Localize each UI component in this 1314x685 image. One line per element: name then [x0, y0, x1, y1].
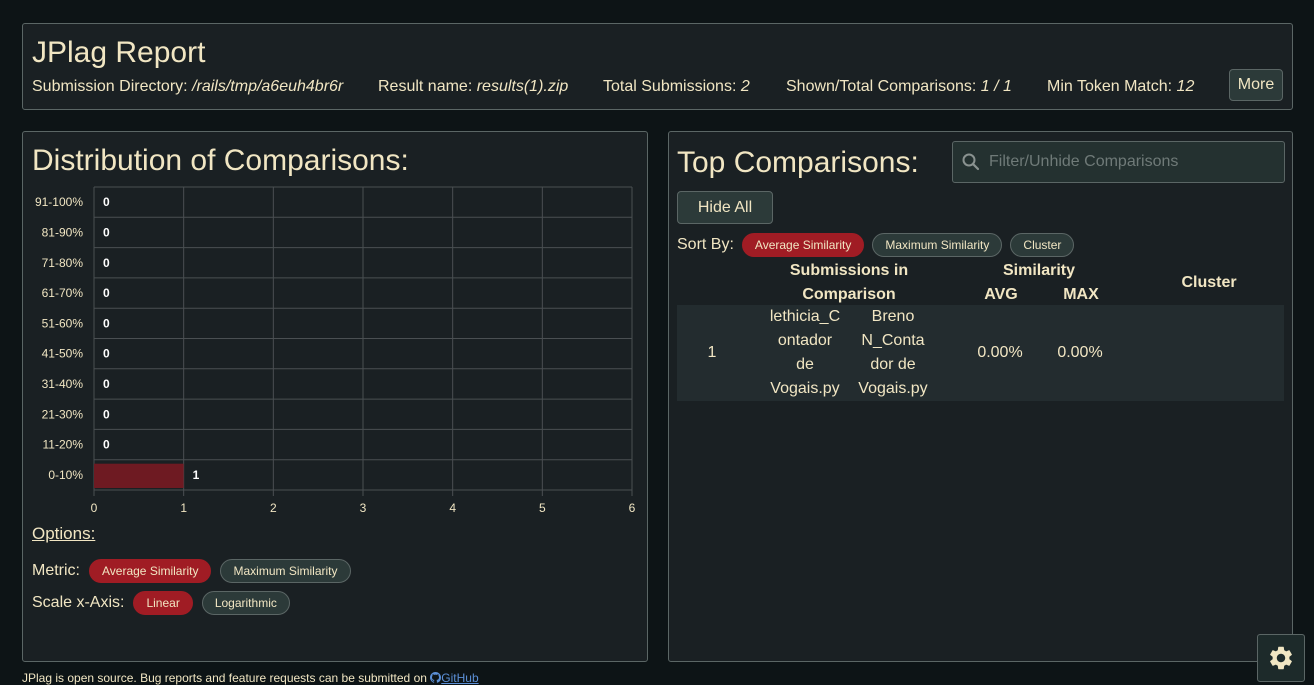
col-max-header: MAX [1063, 286, 1099, 303]
col-submissions-header-1: Submissions in [789, 262, 909, 279]
result-name: Result name: results(1).zip [378, 78, 569, 95]
min-token-match: Min Token Match: 12 [1047, 78, 1195, 95]
col-cluster-header: Cluster [1181, 274, 1237, 291]
bar-value-label: 0 [103, 438, 110, 452]
y-tick-label: 41-50% [42, 347, 84, 361]
x-tick-label: 0 [91, 501, 98, 515]
sort-by-row: Sort By: Average Similarity Maximum Simi… [677, 233, 1075, 257]
metric-average-similarity[interactable]: Average Similarity [89, 559, 212, 583]
bar-value-label: 0 [103, 316, 110, 330]
col-similarity-header: Similarity [1002, 262, 1076, 279]
gear-icon [1270, 646, 1292, 670]
bar-value-label: 0 [103, 225, 110, 239]
bar-value-label: 0 [103, 377, 110, 391]
page-title: JPlag Report [32, 36, 206, 69]
row-index: 1 [707, 344, 717, 361]
submission-directory: Submission Directory: /rails/tmp/a6euh4b… [32, 78, 344, 95]
sort-by-label: Sort By: [677, 236, 734, 253]
y-tick-label: 61-70% [42, 286, 84, 300]
distribution-chart: 0 1 2 3 4 5 6 91-100% 0 81-90% 0 71-80% 0 61-70% 0 51-6… [35, 186, 636, 515]
y-tick-label: 31-40% [42, 377, 84, 391]
bar-value-label: 0 [103, 347, 110, 361]
report-header: JPlag Report Submission Directory: /rail… [22, 23, 1293, 110]
metric-row: Metric: Average Similarity Maximum Simil… [32, 559, 351, 583]
y-tick-label: 91-100% [35, 195, 83, 209]
bar-value-label: 0 [103, 256, 110, 270]
sort-cluster[interactable]: Cluster [1010, 233, 1075, 257]
bar [94, 463, 184, 488]
shown-total-comparisons: Shown/Total Comparisons: 1 / 1 [786, 78, 1012, 95]
scale-row: Scale x-Axis: Linear Logarithmic [32, 591, 290, 615]
y-tick-label: 0-10% [48, 468, 83, 482]
filter-field[interactable] [952, 141, 1285, 183]
top-comparisons-panel: Top Comparisons: Hide All Sort By: Avera… [668, 131, 1293, 662]
comparison-row[interactable]: 1 lethicia_C ontador de Vogais.py Breno … [677, 305, 1284, 401]
metric-maximum-similarity[interactable]: Maximum Similarity [220, 559, 351, 583]
row-first-submission[interactable]: lethicia_C ontador de Vogais.py [765, 305, 845, 401]
total-submissions: Total Submissions: 2 [603, 78, 750, 95]
hide-all-button[interactable]: Hide All [677, 191, 773, 224]
search-icon [962, 153, 980, 171]
row-avg-similarity: 0.00% [977, 344, 1023, 361]
x-tick-label: 2 [270, 501, 277, 515]
more-button[interactable]: More [1229, 69, 1283, 101]
x-tick-label: 4 [449, 501, 456, 515]
scale-logarithmic[interactable]: Logarithmic [201, 591, 290, 615]
y-tick-label: 11-20% [43, 438, 84, 452]
github-icon [430, 672, 442, 683]
x-tick-label: 3 [360, 501, 367, 515]
metric-label: Metric: [32, 562, 80, 579]
github-link[interactable]: GitHub [430, 671, 479, 685]
distribution-panel: Distribution of Comparisons: 0 1 2 3 4 5 6 91-1… [22, 131, 648, 662]
top-comparisons-title: Top Comparisons: [677, 146, 919, 179]
y-tick-label: 21-30% [42, 407, 84, 421]
row-max-similarity: 0.00% [1057, 344, 1103, 361]
x-tick-label: 6 [629, 501, 636, 515]
bar-value-label: 0 [103, 407, 110, 421]
bar-value-label: 0 [103, 286, 110, 300]
y-tick-label: 81-90% [42, 225, 84, 239]
sort-average-similarity[interactable]: Average Similarity [741, 233, 865, 257]
row-second-submission[interactable]: Breno N_Conta dor de Vogais.py [853, 305, 933, 401]
filter-input[interactable] [987, 152, 1281, 172]
scale-linear[interactable]: Linear [133, 591, 193, 615]
options-label[interactable]: Options: [32, 524, 95, 544]
footer: JPlag is open source. Bug reports and fe… [22, 671, 479, 685]
y-tick-label: 51-60% [42, 316, 84, 330]
sort-maximum-similarity[interactable]: Maximum Similarity [872, 233, 1003, 257]
x-tick-label: 1 [180, 501, 187, 515]
distribution-title: Distribution of Comparisons: [32, 144, 409, 177]
footer-text: JPlag is open source. Bug reports and fe… [22, 671, 427, 685]
scale-label: Scale x-Axis: [32, 594, 125, 611]
bar-value-label: 0 [103, 195, 110, 209]
y-tick-label: 71-80% [42, 256, 84, 270]
settings-button[interactable] [1257, 634, 1305, 682]
col-avg-header: AVG [984, 286, 1018, 303]
x-tick-label: 5 [539, 501, 546, 515]
col-submissions-header-2: Comparison [802, 286, 896, 303]
bar-value-label: 1 [193, 468, 200, 482]
